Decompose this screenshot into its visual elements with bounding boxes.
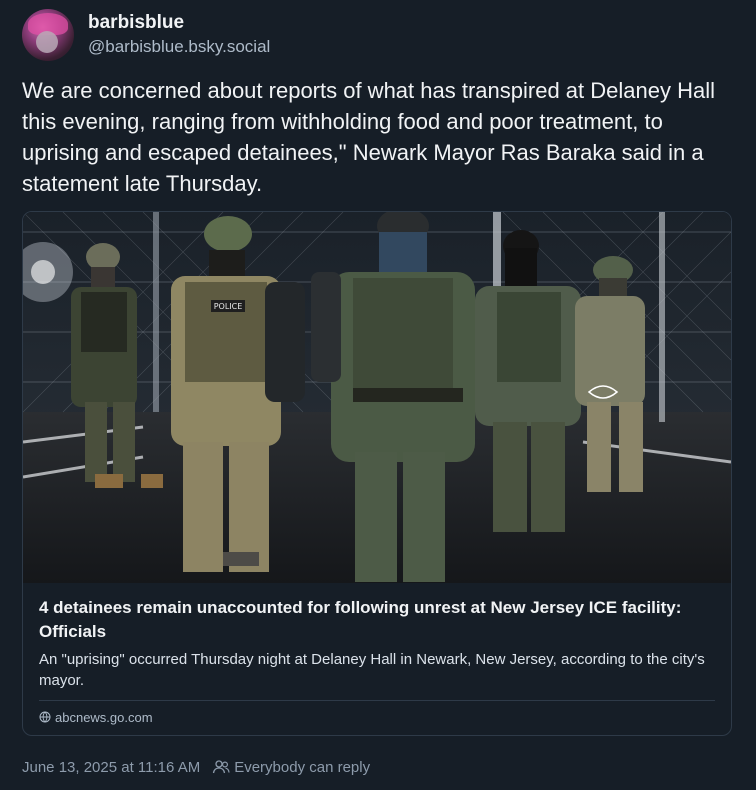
link-card-title[interactable]: 4 detainees remain unaccounted for follo… [39,596,719,644]
post-text: We are concerned about reports of what h… [22,78,715,196]
post: barbisblue @barbisblue.bsky.social We ar… [0,0,756,790]
author-display-name[interactable]: barbisblue [88,11,270,35]
author-names: barbisblue @barbisblue.bsky.social [88,11,270,59]
link-card[interactable]: POLICE 4 detainees remain unaccounted fo… [22,211,732,736]
post-timestamp[interactable]: June 13, 2025 at 11:16 AM [22,759,200,776]
link-card-domain-text: abcnews.go.com [55,709,153,725]
link-card-domain[interactable]: abcnews.go.com [39,708,153,726]
post-header: barbisblue @barbisblue.bsky.social [22,8,270,62]
photo-of-armed-officers-icon: POLICE [23,212,731,583]
globe-icon [39,711,51,723]
post-meta: June 13, 2025 at 11:16 AM Everybody can … [22,756,370,778]
author-handle[interactable]: @barbisblue.bsky.social [88,35,270,59]
reply-setting[interactable]: Everybody can reply [234,759,370,776]
link-card-description: An "uprising" occurred Thursday night at… [39,651,705,689]
people-icon [213,760,230,774]
police-patch-text: POLICE [214,302,243,311]
link-card-divider [39,700,715,701]
avatar[interactable] [22,9,74,61]
avatar-face-shape [36,31,58,53]
link-card-image[interactable]: POLICE [23,212,731,583]
